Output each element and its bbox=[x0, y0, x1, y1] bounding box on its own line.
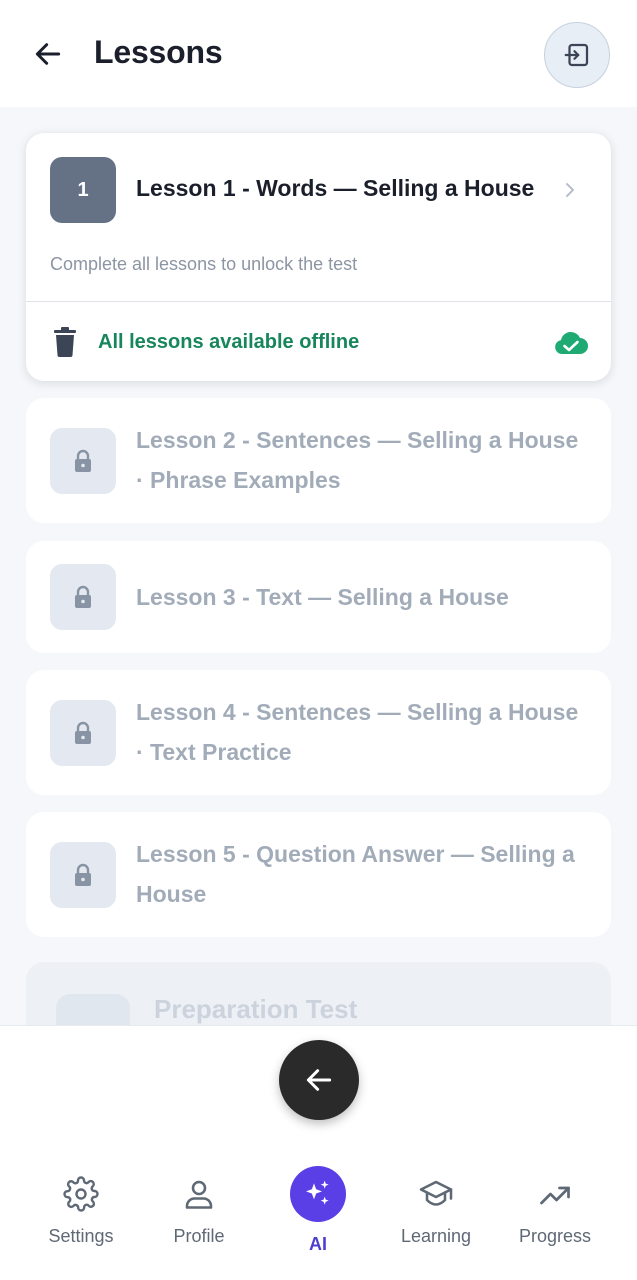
lock-icon bbox=[75, 585, 91, 608]
lock-badge bbox=[50, 842, 116, 908]
lesson-card-5[interactable]: Lesson 5 - Question Answer — Selling a H… bbox=[26, 812, 611, 937]
nav-item-learning[interactable]: Learning bbox=[376, 1166, 496, 1247]
nav-label: Settings bbox=[48, 1226, 114, 1246]
trash-icon[interactable] bbox=[52, 327, 78, 357]
nav-label-ai[interactable]: AI bbox=[278, 1234, 358, 1255]
lesson-title-line: · Phrase Examples bbox=[136, 467, 341, 493]
lesson-title-line: · Text Practice bbox=[136, 739, 292, 765]
nav-label: Learning bbox=[400, 1226, 472, 1246]
lock-badge bbox=[50, 564, 116, 630]
lesson-title: Lesson 1 - Words — Selling a House bbox=[136, 175, 535, 201]
lesson-title: Lesson 3 - Text — Selling a House bbox=[136, 577, 591, 617]
nav-item-progress[interactable]: Progress bbox=[495, 1166, 615, 1247]
page-title: Lessons bbox=[94, 34, 223, 70]
lock-icon bbox=[75, 721, 91, 744]
lesson-card-2[interactable]: Lesson 2 - Sentences — Selling a House ·… bbox=[26, 398, 611, 523]
exit-button[interactable] bbox=[544, 22, 610, 88]
lesson-title-line: House bbox=[136, 881, 207, 907]
lesson-card-4[interactable]: Lesson 4 - Sentences — Selling a House ·… bbox=[26, 670, 611, 795]
back-fab-button[interactable] bbox=[279, 1040, 359, 1120]
cloud-check-icon bbox=[555, 331, 588, 354]
arrow-left-icon bbox=[306, 1069, 332, 1091]
lock-icon bbox=[75, 863, 91, 886]
exit-icon bbox=[564, 43, 589, 67]
sparkles-icon bbox=[306, 1180, 329, 1205]
lesson-title: Lesson 2 - Sentences — Selling a House ·… bbox=[136, 420, 591, 500]
nav-item-ai[interactable] bbox=[290, 1166, 346, 1222]
lock-badge bbox=[56, 994, 130, 1025]
divider bbox=[26, 301, 611, 302]
preparation-test-title: Preparation Test bbox=[154, 994, 358, 1024]
user-icon bbox=[185, 1180, 213, 1209]
preparation-test-card: Preparation Test bbox=[26, 962, 611, 1025]
nav-label: Profile bbox=[173, 1226, 225, 1246]
lesson-card-3[interactable]: Lesson 3 - Text — Selling a House bbox=[26, 541, 611, 653]
lesson-title-line: Lesson 2 - Sentences — Selling a House bbox=[136, 427, 579, 453]
lesson-title-line: Lesson 4 - Sentences — Selling a House bbox=[136, 699, 579, 725]
lesson-title: Lesson 5 - Question Answer — Selling a H… bbox=[136, 834, 591, 914]
nav-label: Progress bbox=[518, 1226, 592, 1246]
graduation-cap-icon bbox=[419, 1180, 453, 1206]
chevron-right-icon bbox=[566, 183, 574, 197]
lessons-list: 1 Lesson 1 - Words — Selling a House Com… bbox=[0, 107, 637, 1025]
app-header: Lessons bbox=[0, 0, 637, 107]
nav-item-profile[interactable]: Profile bbox=[139, 1166, 259, 1247]
lock-icon bbox=[75, 449, 91, 472]
bottom-navigation: Settings Profile AI Learning Progress bbox=[0, 1025, 637, 1280]
lock-badge bbox=[50, 428, 116, 494]
offline-status-text: All lessons available offline bbox=[98, 331, 360, 353]
lesson-title-line: Lesson 3 - Text — Selling a House bbox=[136, 584, 509, 610]
lesson-title-line: Lesson 5 - Question Answer — Selling a bbox=[136, 841, 575, 867]
lesson-card-1[interactable]: 1 Lesson 1 - Words — Selling a House Com… bbox=[26, 133, 611, 381]
back-button[interactable] bbox=[30, 36, 66, 72]
lesson-number-badge: 1 bbox=[50, 157, 116, 223]
nav-item-settings[interactable]: Settings bbox=[21, 1166, 141, 1247]
lock-badge bbox=[50, 700, 116, 766]
lesson-title: Lesson 4 - Sentences — Selling a House ·… bbox=[136, 692, 591, 772]
arrow-left-icon bbox=[35, 43, 61, 65]
gear-icon bbox=[63, 1176, 99, 1212]
unlock-test-note: Complete all lessons to unlock the test bbox=[50, 254, 358, 274]
trending-up-icon bbox=[540, 1186, 570, 1205]
